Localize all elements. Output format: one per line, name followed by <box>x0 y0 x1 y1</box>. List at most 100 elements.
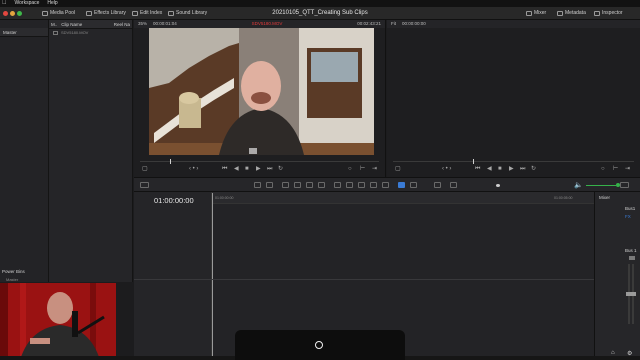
presenter-webcam-overlay <box>0 283 116 360</box>
maximize-window-icon[interactable] <box>17 11 22 16</box>
trim-tool-icon[interactable] <box>266 182 273 188</box>
source-playhead[interactable] <box>170 159 171 164</box>
media-pool-button[interactable]: Media Pool <box>42 7 75 20</box>
zoom-custom-icon[interactable] <box>450 182 457 188</box>
mark-in-icon[interactable]: ○ <box>348 166 352 172</box>
timeline-match-frame-icon[interactable]: ⇥ <box>625 166 630 172</box>
timeline-viewer-playhead[interactable] <box>473 159 474 164</box>
sound-library-label: Sound Library <box>176 10 208 16</box>
menu-workspace[interactable]: Workspace <box>15 0 40 7</box>
timeline-viewer-zoom[interactable]: Fit <box>391 20 396 28</box>
source-video-frame[interactable] <box>149 28 374 155</box>
linked-selection-icon[interactable] <box>346 182 353 188</box>
edit-index-label: Edit Index <box>140 10 163 16</box>
metadata-toggle-button[interactable]: Metadata <box>557 7 586 20</box>
mark-out-icon[interactable]: ⊢ <box>360 166 365 172</box>
clip-name-column[interactable]: Clip Name <box>61 20 82 28</box>
mixer-icon <box>526 11 532 16</box>
source-viewer-options-icon[interactable]: ▢ <box>142 166 148 172</box>
timeline-mark-in-icon[interactable]: ○ <box>601 166 605 172</box>
clip-name: SDV5180.MOV <box>61 30 89 35</box>
metadata-toggle-label: Metadata <box>565 10 586 16</box>
timeline-play-reverse-icon[interactable]: ◀ <box>487 166 492 172</box>
sound-library-button[interactable]: Sound Library <box>168 7 207 20</box>
selection-tool-icon[interactable] <box>254 182 261 188</box>
stop-icon[interactable]: ■ <box>245 166 249 172</box>
sound-library-icon <box>168 11 174 16</box>
metadata-icon <box>557 11 563 16</box>
menu-help[interactable]: Help <box>47 0 57 7</box>
zoom-slider-handle[interactable] <box>496 184 500 187</box>
timeline-stop-icon[interactable]: ■ <box>498 166 502 172</box>
timeline-loop-icon[interactable]: ↻ <box>531 166 536 172</box>
effects-library-icon <box>86 11 92 16</box>
ruler-start-label: 01:00:00:00 <box>215 196 234 200</box>
bus1-label-top: Bus1 <box>625 206 636 211</box>
timeline-playhead[interactable] <box>212 193 213 360</box>
go-to-end-icon[interactable]: ⏭ <box>267 166 272 172</box>
timeline-toolbar: 🔈 <box>134 177 640 192</box>
effects-library-button[interactable]: Effects Library <box>86 7 126 20</box>
apple-menu-icon[interactable]:  <box>2 0 7 7</box>
match-frame-icon[interactable]: ⇥ <box>372 166 377 172</box>
zoom-detail-icon[interactable] <box>434 182 441 188</box>
timeline-jog-control-icon[interactable]: ‹ • › <box>442 166 451 172</box>
blue-marker-icon[interactable] <box>398 182 405 188</box>
fx-label[interactable]: FX <box>625 214 631 219</box>
go-to-start-icon[interactable]: ⏮ <box>222 166 227 172</box>
master-bin[interactable]: Master <box>0 28 48 37</box>
timeline-go-to-start-icon[interactable]: ⏮ <box>475 166 480 172</box>
play-icon[interactable]: ▶ <box>256 166 261 172</box>
timeline-viewer: Fit 00:00:00:00 ▢ ‹ • › ⏮ ◀ ■ ▶ ⏭ ↻ ○ ⊢ … <box>387 20 640 177</box>
timeline-play-icon[interactable]: ▶ <box>509 166 514 172</box>
top-toolbar: Media Pool Effects Library Edit Index So… <box>0 7 640 20</box>
edit-index-button[interactable]: Edit Index <box>132 7 162 20</box>
minimize-window-icon[interactable] <box>10 11 15 16</box>
video-clip-icon <box>53 31 58 35</box>
video-audio-divider[interactable] <box>134 279 594 280</box>
power-bins-label: Power Bins <box>2 269 25 274</box>
clip-row[interactable]: SDV5180.MOV <box>49 29 132 37</box>
timeline-viewer-options-icon[interactable]: ▢ <box>395 166 401 172</box>
video-frame-image <box>149 28 374 155</box>
bus1-settings-icon[interactable] <box>629 256 635 260</box>
timeline-mark-out-icon[interactable]: ⊢ <box>613 166 618 172</box>
track-header: 01:00:00:00 <box>134 192 212 360</box>
power-bins-master[interactable]: Master <box>0 277 133 282</box>
timeline-scrub-bar[interactable] <box>393 159 634 164</box>
replace-clip-icon[interactable] <box>306 182 313 188</box>
zoom-full-icon[interactable] <box>410 182 417 188</box>
source-transport: ▢ ‹ • › ⏮ ◀ ■ ▶ ⏭ ↻ ○ ⊢ ⇥ <box>134 159 385 177</box>
position-lock-icon[interactable] <box>358 182 365 188</box>
jog-control-icon[interactable]: ‹ • › <box>189 166 198 172</box>
insert-clip-icon[interactable] <box>282 182 289 188</box>
timeline-view-options-icon[interactable] <box>140 182 149 188</box>
source-viewer-header: 35% 00:00:01:04 SDV5180.MOV 00:02:43:21 <box>134 20 385 28</box>
flag-icon[interactable] <box>370 182 377 188</box>
overwrite-clip-icon[interactable] <box>294 182 301 188</box>
timeline-go-to-end-icon[interactable]: ⏭ <box>520 166 525 172</box>
source-scrub-bar[interactable] <box>140 159 379 164</box>
source-zoom[interactable]: 35% <box>138 20 147 28</box>
speaker-icon[interactable]: 🔈 <box>574 181 583 189</box>
meter-view-icon[interactable] <box>620 182 629 188</box>
volume-slider[interactable] <box>586 185 616 186</box>
source-viewer: 35% 00:00:01:04 SDV5180.MOV 00:02:43:21 … <box>134 20 386 177</box>
reel-name-column[interactable]: Reel Na <box>114 20 132 28</box>
inspector-toggle-label: Inspector <box>602 10 623 16</box>
place-on-top-icon[interactable] <box>318 182 325 188</box>
loop-icon[interactable]: ↻ <box>278 166 283 172</box>
media-pool-label: Media Pool <box>50 10 76 16</box>
ruler-end-label: 01:00:05:00 <box>554 196 573 200</box>
inspector-toggle-button[interactable]: Inspector <box>594 7 623 20</box>
snapping-icon[interactable] <box>334 182 341 188</box>
timeline-viewer-header: Fit 00:00:00:00 <box>387 20 640 28</box>
play-reverse-icon[interactable]: ◀ <box>234 166 239 172</box>
marker-icon[interactable] <box>382 182 389 188</box>
record-button-icon[interactable] <box>315 341 323 349</box>
bus1-fader-handle[interactable] <box>626 292 636 296</box>
mixer-toggle-button[interactable]: Mixer <box>526 7 546 20</box>
close-window-icon[interactable] <box>3 11 8 16</box>
timeline-ruler[interactable]: 01:00:00:00 01:00:05:00 <box>212 192 594 204</box>
source-clip-name[interactable]: SDV5180.MOV <box>252 20 283 28</box>
